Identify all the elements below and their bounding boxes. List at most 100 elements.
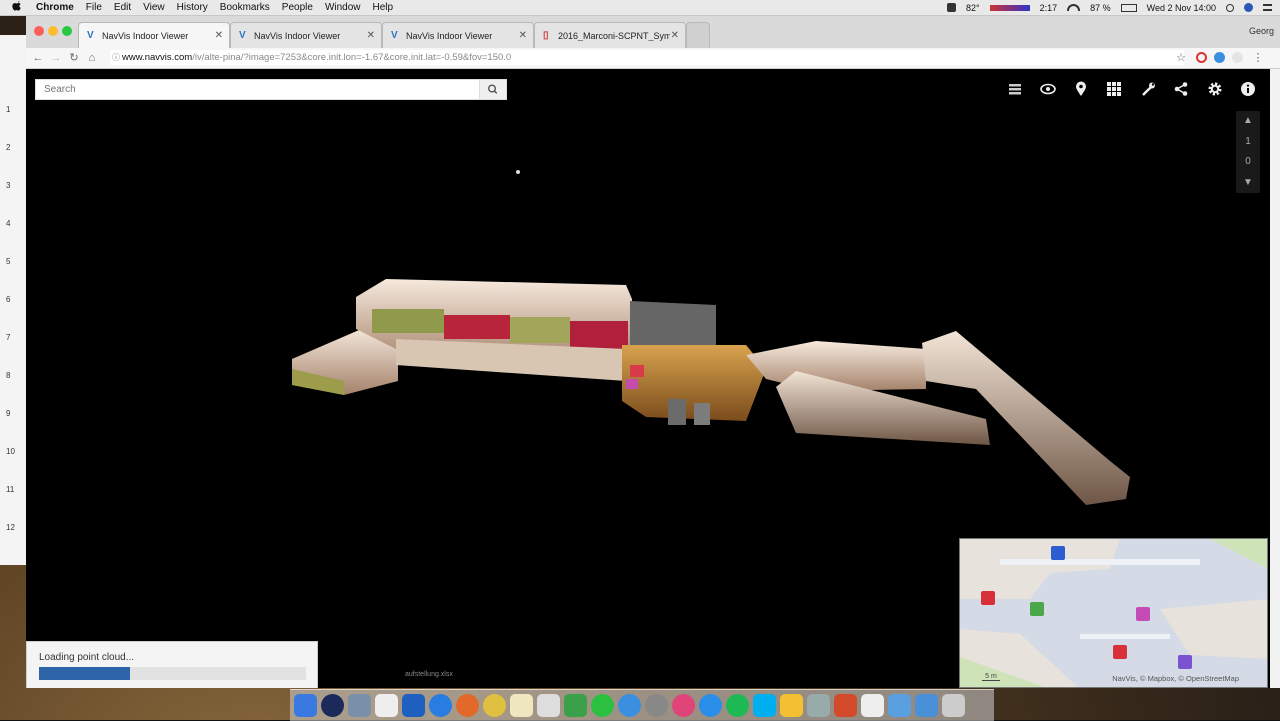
tab-strip: V NavVis Indoor Viewer ✕ V NavVis Indoor…	[26, 16, 1280, 48]
info-icon[interactable]	[1240, 81, 1256, 97]
powerpoint-icon[interactable]	[834, 694, 857, 717]
calendar-icon[interactable]	[375, 694, 398, 717]
navvis-viewer[interactable]: ▲ 1 0 ▼ 5 m NavVis, © Mapbox, ©	[26, 69, 1270, 688]
extension-icon[interactable]	[1214, 52, 1225, 63]
battery-percent[interactable]: 87 %	[1090, 3, 1111, 13]
firefox-icon[interactable]	[456, 694, 479, 717]
window-zoom-button[interactable]	[62, 26, 72, 36]
document-icon[interactable]	[861, 694, 884, 717]
siri-icon[interactable]	[321, 694, 344, 717]
weather-temperature[interactable]: 82°	[966, 3, 980, 13]
tab-navvis-3[interactable]: V NavVis Indoor Viewer ✕	[382, 22, 534, 48]
url-host: www.navvis.com	[122, 52, 193, 63]
menubar-time-small[interactable]: 2:17	[1040, 3, 1058, 13]
layers-icon[interactable]	[1007, 81, 1023, 97]
close-tab-icon[interactable]: ✕	[367, 30, 375, 41]
grid-icon[interactable]	[1106, 81, 1122, 97]
menu-help[interactable]: Help	[373, 2, 394, 13]
preview-icon[interactable]	[348, 694, 371, 717]
navvis-favicon: V	[87, 29, 94, 41]
location-pin-icon[interactable]	[1073, 81, 1089, 97]
battery-icon[interactable]	[1120, 3, 1137, 12]
menu-history[interactable]: History	[177, 2, 208, 13]
itunes-icon[interactable]	[672, 694, 695, 717]
skype-icon[interactable]	[753, 694, 776, 717]
poi-info-marker[interactable]	[1136, 607, 1150, 621]
floor-up-button[interactable]: ▲	[1236, 111, 1260, 132]
menu-app-name[interactable]: Chrome	[36, 2, 74, 13]
page-info-icon[interactable]: ⓘ	[112, 50, 120, 65]
chrome-menu-icon[interactable]: ⋮	[1250, 50, 1266, 66]
poi-restaurant-marker[interactable]	[981, 591, 995, 605]
close-tab-icon[interactable]: ✕	[519, 30, 527, 41]
row-number: 3	[6, 181, 11, 190]
share-icon[interactable]	[1173, 81, 1189, 97]
messages-icon[interactable]	[591, 694, 614, 717]
opera-extension-icon[interactable]	[1196, 52, 1207, 63]
antivirus-icon[interactable]	[946, 3, 956, 12]
menubar-datetime[interactable]: Wed 2 Nov 14:00	[1147, 3, 1216, 13]
menubar-status-area: 82° 2:17 87 % Wed 2 Nov 14:00	[946, 0, 1272, 15]
tab-navvis-2[interactable]: V NavVis Indoor Viewer ✕	[230, 22, 382, 48]
forward-arrow-icon[interactable]: →	[48, 50, 64, 66]
poi-restaurant-marker-2[interactable]	[1113, 645, 1127, 659]
system-preferences-icon[interactable]	[645, 694, 668, 717]
close-tab-icon[interactable]: ✕	[671, 30, 679, 41]
extension-icon-grey[interactable]	[1232, 52, 1243, 63]
applications-folder-icon[interactable]	[915, 694, 938, 717]
map-attribution[interactable]: NavVis, © Mapbox, © OpenStreetMap	[1112, 674, 1239, 683]
profile-name[interactable]: Georg	[1249, 26, 1274, 36]
window-minimize-button[interactable]	[48, 26, 58, 36]
settings-icon[interactable]	[1207, 81, 1223, 97]
menu-window[interactable]: Window	[325, 2, 361, 13]
poi-shop-marker[interactable]	[1178, 655, 1192, 669]
new-tab-button[interactable]	[686, 22, 710, 48]
launchpad-icon[interactable]	[807, 694, 830, 717]
wifi-icon[interactable]	[1067, 4, 1081, 11]
search-input[interactable]	[36, 80, 482, 99]
poi-location-marker[interactable]	[1030, 602, 1044, 616]
wrench-icon[interactable]	[1140, 81, 1156, 97]
outlook-icon[interactable]	[402, 694, 425, 717]
cyberduck-icon[interactable]	[780, 694, 803, 717]
floor-0-button[interactable]: 0	[1236, 152, 1260, 173]
close-tab-icon[interactable]: ✕	[215, 30, 223, 41]
floor-down-button[interactable]: ▼	[1236, 173, 1260, 194]
spotlight-search-icon[interactable]	[1226, 3, 1234, 12]
back-arrow-icon[interactable]: ←	[30, 50, 46, 66]
chrome-icon[interactable]	[483, 694, 506, 717]
eye-icon[interactable]	[1040, 81, 1056, 97]
menu-file[interactable]: File	[86, 2, 102, 13]
user-position-marker[interactable]	[1051, 546, 1065, 560]
window-close-button[interactable]	[34, 26, 44, 36]
finder-icon[interactable]	[294, 694, 317, 717]
row-number: 7	[6, 333, 11, 342]
background-spreadsheet-window[interactable]: 1 2 3 4 5 6 7 8 9 10 11 12	[0, 35, 27, 565]
menu-people[interactable]: People	[282, 2, 313, 13]
safari-icon[interactable]	[429, 694, 452, 717]
minimap[interactable]: 5 m NavVis, © Mapbox, © OpenStreetMap	[959, 538, 1268, 688]
trash-icon[interactable]	[942, 694, 965, 717]
apple-icon[interactable]	[12, 1, 26, 14]
app-store-icon[interactable]	[699, 694, 722, 717]
menu-bookmarks[interactable]: Bookmarks	[220, 2, 270, 13]
photos-icon[interactable]	[564, 694, 587, 717]
floor-1-button[interactable]: 1	[1236, 132, 1260, 153]
menu-view[interactable]: View	[143, 2, 165, 13]
search-button[interactable]	[479, 80, 506, 99]
notes-icon[interactable]	[510, 694, 533, 717]
spotify-icon[interactable]	[726, 694, 749, 717]
address-bar[interactable]: ⓘ www.navvis.com/iv/alte-pina/?image=725…	[110, 50, 1184, 65]
notification-center-icon[interactable]	[1263, 4, 1272, 11]
home-icon[interactable]: ⌂	[84, 50, 100, 66]
reminders-icon[interactable]	[537, 694, 560, 717]
menu-edit[interactable]: Edit	[114, 2, 131, 13]
user-avatar-icon[interactable]	[1244, 3, 1253, 12]
bookmark-star-icon[interactable]: ☆	[1173, 50, 1189, 66]
tab-navvis-1[interactable]: V NavVis Indoor Viewer ✕	[78, 22, 230, 48]
network-graph-icon[interactable]	[989, 4, 1030, 11]
downloads-folder-icon[interactable]	[888, 694, 911, 717]
reload-icon[interactable]: ↻	[66, 50, 82, 66]
facetime-icon[interactable]	[618, 694, 641, 717]
tab-pdf-document[interactable]: ▯ 2016_Marconi-SCPNT_Symp... ✕	[534, 22, 686, 48]
